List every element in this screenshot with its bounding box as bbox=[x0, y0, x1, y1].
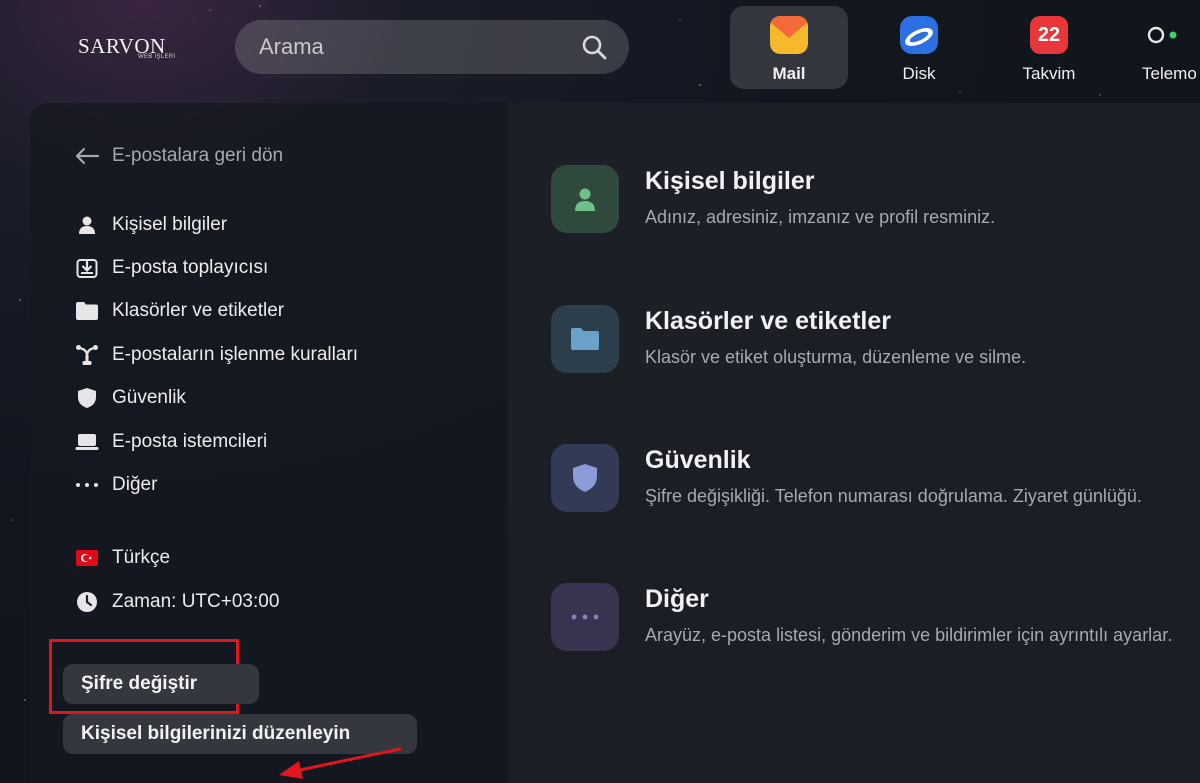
download-tray-icon bbox=[74, 256, 100, 280]
timezone-label: Zaman: UTC+03:00 bbox=[112, 591, 280, 612]
laptop-icon bbox=[74, 430, 100, 454]
logo-subtitle: WEB İŞLERİ bbox=[138, 54, 176, 60]
folder-icon bbox=[551, 305, 619, 373]
app-label: Telemo bbox=[1142, 64, 1197, 83]
sidebar-item-label: E-posta toplayıcısı bbox=[112, 257, 269, 279]
person-icon bbox=[74, 213, 100, 237]
app-calendar[interactable]: 22 Takvim bbox=[990, 6, 1108, 89]
locale-settings: Türkçe Zaman: UTC+03:00 bbox=[74, 536, 279, 624]
sidebar-item-personal-info[interactable]: Kişisel bilgiler bbox=[74, 203, 358, 246]
back-to-mail-link[interactable]: E-postalara geri dön bbox=[74, 145, 283, 167]
sidebar-item-label: E-posta istemcileri bbox=[112, 430, 268, 452]
settings-nav: Kişisel bilgiler E-posta toplayıcısı Kla… bbox=[74, 203, 358, 507]
sidebar-item-security[interactable]: Güvenlik bbox=[74, 377, 358, 420]
filter-rules-icon bbox=[74, 343, 100, 367]
sidebar-item-folders-labels[interactable]: Klasörler ve etiketler bbox=[74, 290, 358, 333]
sidebar-item-label: Diğer bbox=[112, 474, 158, 496]
more-dots-icon bbox=[551, 583, 619, 651]
settings-overview: Kişisel bilgiler Adınız, adresiniz, imza… bbox=[508, 103, 1200, 783]
card-title: Klasörler ve etiketler bbox=[645, 307, 891, 335]
disk-app-icon bbox=[900, 16, 938, 54]
app-mail[interactable]: Mail bbox=[730, 6, 848, 89]
search-input[interactable] bbox=[235, 20, 629, 74]
back-label: E-postalara geri dön bbox=[112, 145, 284, 166]
settings-sidebar: E-postalara geri dön Kişisel bilgiler E-… bbox=[30, 103, 508, 783]
search-bar[interactable] bbox=[235, 20, 629, 74]
calendar-app-icon: 22 bbox=[1030, 16, 1068, 54]
sidebar-item-label: Güvenlik bbox=[112, 387, 186, 409]
shield-icon bbox=[74, 386, 100, 410]
clock-icon bbox=[74, 590, 100, 614]
sidebar-item-label: Kişisel bilgiler bbox=[112, 213, 228, 235]
more-dots-icon bbox=[74, 473, 100, 497]
app-telemost[interactable]: Telemo bbox=[1114, 6, 1200, 89]
language-label: Türkçe bbox=[112, 547, 171, 568]
sidebar-item-mail-rules[interactable]: E-postaların işlenme kuralları bbox=[74, 333, 358, 376]
change-password-button[interactable]: Şifre değiştir bbox=[63, 664, 259, 704]
search-icon[interactable] bbox=[581, 34, 607, 60]
telemost-app-icon bbox=[1147, 26, 1177, 44]
language-selector[interactable]: Türkçe bbox=[74, 536, 279, 580]
arrow-left-icon bbox=[75, 147, 100, 165]
card-title: Diğer bbox=[645, 585, 709, 613]
sidebar-item-mail-collector[interactable]: E-posta toplayıcısı bbox=[74, 246, 358, 289]
card-title: Kişisel bilgiler bbox=[645, 167, 815, 195]
sidebar-item-label: Klasörler ve etiketler bbox=[112, 300, 285, 322]
mail-app-icon bbox=[770, 16, 808, 54]
app-label: Takvim bbox=[1022, 64, 1076, 83]
shield-icon bbox=[551, 444, 619, 512]
sidebar-item-label: E-postaların işlenme kuralları bbox=[112, 343, 359, 365]
person-icon bbox=[551, 165, 619, 233]
sidebar-item-mail-clients[interactable]: E-posta istemcileri bbox=[74, 420, 358, 463]
app-label: Disk bbox=[902, 64, 936, 83]
turkey-flag-icon bbox=[74, 546, 100, 570]
card-description: Adınız, adresiniz, imzanız ve profil res… bbox=[645, 207, 996, 227]
timezone-selector[interactable]: Zaman: UTC+03:00 bbox=[74, 580, 279, 624]
sidebar-item-other[interactable]: Diğer bbox=[74, 463, 358, 506]
folder-icon bbox=[74, 299, 100, 323]
annotation-arrow bbox=[279, 747, 402, 779]
card-description: Klasör ve etiket oluşturma, düzenleme ve… bbox=[645, 347, 1027, 367]
app-disk[interactable]: Disk bbox=[860, 6, 978, 89]
brand-logo[interactable]: SARVON WEB İŞLERİ bbox=[78, 34, 188, 64]
card-description: Arayüz, e-posta listesi, gönderim ve bil… bbox=[645, 625, 1173, 645]
app-label: Mail bbox=[772, 64, 806, 83]
card-description: Şifre değişikliği. Telefon numarası doğr… bbox=[645, 486, 1142, 506]
card-title: Güvenlik bbox=[645, 446, 751, 474]
